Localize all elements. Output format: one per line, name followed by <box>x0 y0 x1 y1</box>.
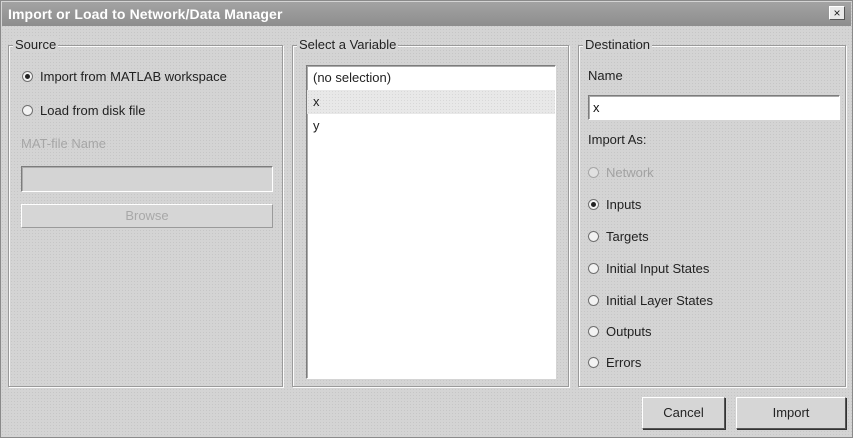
window-title: Import or Load to Network/Data Manager <box>8 6 283 22</box>
radio-checked-icon <box>588 199 599 210</box>
load-disk-label: Load from disk file <box>40 103 146 118</box>
mat-file-input[interactable] <box>22 167 272 191</box>
outputs-label: Outputs <box>606 324 652 339</box>
load-disk-radio[interactable]: Load from disk file <box>22 103 146 118</box>
import-as-initial-layer-states-radio[interactable]: Initial Layer States <box>588 293 713 308</box>
close-icon: × <box>833 6 841 20</box>
import-as-inputs-radio[interactable]: Inputs <box>588 197 641 212</box>
title-bar: Import or Load to Network/Data Manager × <box>2 2 851 26</box>
import-workspace-label: Import from MATLAB workspace <box>40 69 227 84</box>
import-as-targets-radio[interactable]: Targets <box>588 229 649 244</box>
list-item-x[interactable]: x <box>307 90 555 114</box>
import-as-outputs-radio[interactable]: Outputs <box>588 324 652 339</box>
source-group: Source Import from MATLAB workspace Load… <box>8 37 283 387</box>
browse-button[interactable]: Browse <box>21 204 273 228</box>
list-item-y[interactable]: y <box>307 114 555 138</box>
import-as-errors-radio[interactable]: Errors <box>588 355 641 370</box>
radio-checked-icon <box>22 71 33 82</box>
cancel-label: Cancel <box>663 405 704 420</box>
inputs-label: Inputs <box>606 197 642 212</box>
radio-unchecked-icon <box>22 105 33 116</box>
browse-label: Browse <box>125 208 169 223</box>
source-legend: Source <box>13 37 59 53</box>
import-label: Import <box>772 405 810 420</box>
import-dialog: Import or Load to Network/Data Manager ×… <box>0 0 853 438</box>
import-as-network-radio[interactable]: Network <box>588 165 654 180</box>
destination-legend: Destination <box>583 37 653 53</box>
close-button[interactable]: × <box>829 6 845 20</box>
import-as-initial-input-states-radio[interactable]: Initial Input States <box>588 261 709 276</box>
mat-file-field[interactable] <box>21 166 273 192</box>
radio-unchecked-icon <box>588 326 599 337</box>
variable-list[interactable]: (no selection) x y <box>306 65 556 379</box>
errors-label: Errors <box>606 355 642 370</box>
variable-group: Select a Variable (no selection) x y <box>292 37 569 387</box>
radio-unchecked-icon <box>588 231 599 242</box>
import-workspace-radio[interactable]: Import from MATLAB workspace <box>22 69 227 84</box>
radio-unchecked-icon <box>588 295 599 306</box>
destination-group: Destination Name Import As: Network Inpu… <box>578 37 846 387</box>
import-as-label: Import As: <box>588 132 647 147</box>
name-input[interactable] <box>589 96 839 119</box>
list-item-no-selection[interactable]: (no selection) <box>307 66 555 90</box>
cancel-button[interactable]: Cancel <box>642 397 725 429</box>
initial-input-states-label: Initial Input States <box>606 261 710 276</box>
name-label: Name <box>588 68 623 83</box>
network-label: Network <box>606 165 654 180</box>
radio-unchecked-icon <box>588 357 599 368</box>
name-field[interactable] <box>588 95 840 120</box>
mat-file-label: MAT-file Name <box>21 136 106 151</box>
import-button[interactable]: Import <box>736 397 846 429</box>
radio-unchecked-icon <box>588 167 599 178</box>
radio-unchecked-icon <box>588 263 599 274</box>
initial-layer-states-label: Initial Layer States <box>606 293 713 308</box>
targets-label: Targets <box>606 229 649 244</box>
variable-legend: Select a Variable <box>297 37 399 53</box>
